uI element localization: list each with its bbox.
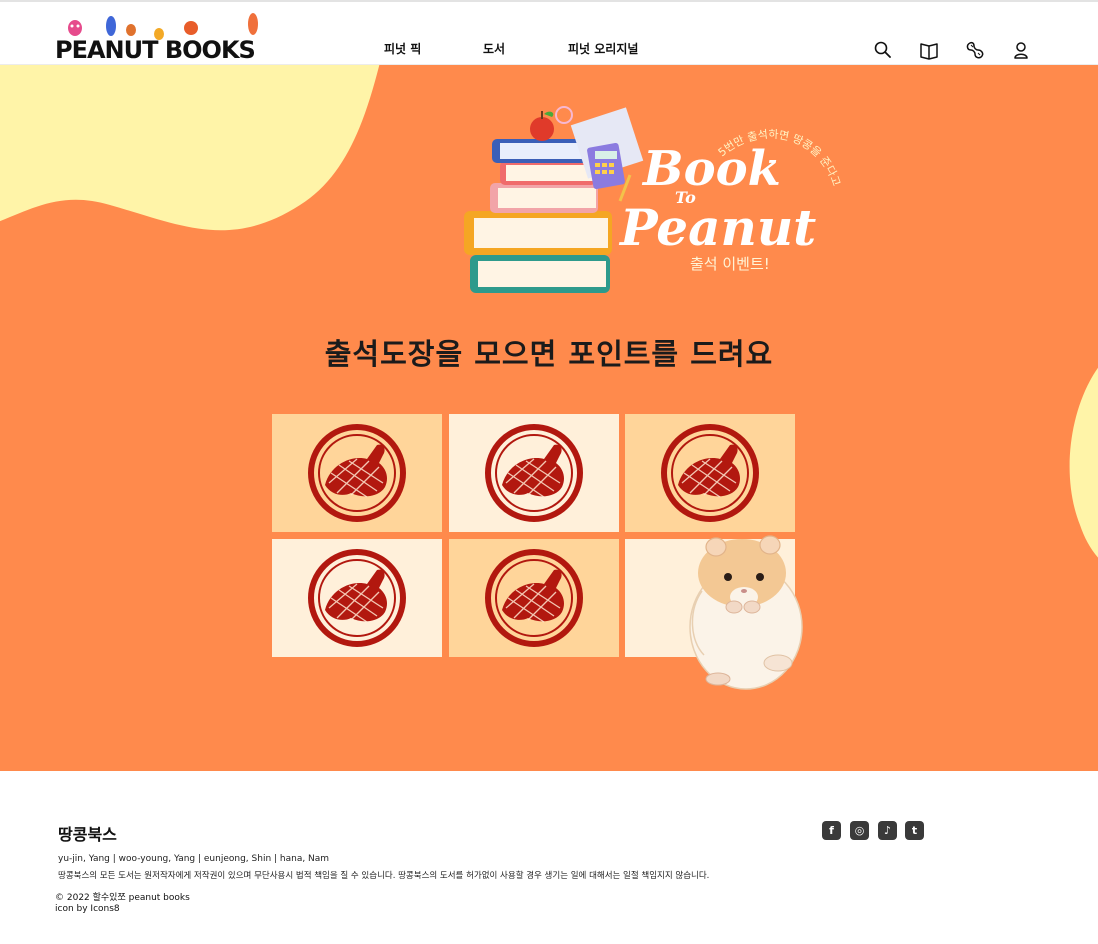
peanut-stamp-icon: [484, 423, 584, 523]
stamp-slot-2: [449, 414, 619, 532]
attendance-event-section: Book To Peanut 5번만 출석하면 땅콩을 준다고? 출석 이벤트!…: [0, 65, 1098, 771]
footer-icon-credit[interactable]: icon by Icons8: [55, 904, 120, 914]
nav-peanut-original[interactable]: 피넛 오리지널: [568, 40, 638, 57]
yellow-blob-right-decoration: [1069, 367, 1098, 558]
instagram-icon[interactable]: ◎: [850, 821, 869, 840]
book-icon[interactable]: [918, 39, 940, 61]
stamp-slot-1: [272, 414, 442, 532]
site-header: PEANUT BOOKS 피넛 픽 도서 피넛 오리지널: [0, 2, 1098, 65]
site-footer: 땅콩북스 f ◎ ♪ t yu-jin, Yang | woo-young, Y…: [0, 771, 1098, 944]
stamp-slot-4: [272, 539, 442, 657]
nav-peanut-pick[interactable]: 피넛 픽: [384, 40, 421, 57]
peanut-stamp-icon: [307, 423, 407, 523]
hamster-illustration: [689, 535, 803, 690]
yellow-blob-decoration: [0, 65, 380, 231]
user-icon[interactable]: [1010, 39, 1032, 61]
peanut-stamp-icon: [307, 548, 407, 648]
nav-books[interactable]: 도서: [483, 40, 505, 57]
stamp-slot-5: [449, 539, 619, 657]
banner-title-book: Book: [641, 141, 781, 197]
book-to-peanut-banner: Book To Peanut 5번만 출석하면 땅콩을 준다고? 출석 이벤트!: [460, 105, 843, 293]
attendance-headline: 출석도장을 모으면 포인트를 드려요: [324, 337, 774, 371]
facebook-icon[interactable]: f: [822, 821, 841, 840]
search-icon[interactable]: [872, 39, 894, 61]
footer-notice: 땅콩북스의 모든 도서는 원저작자에게 저작권이 있으며 무단사용시 법적 책임…: [58, 871, 710, 881]
book-stack-illustration: [464, 106, 644, 293]
header-icons: [872, 39, 1032, 61]
peanut-stamp-icon: [484, 548, 584, 648]
footer-title: 땅콩북스: [58, 825, 117, 844]
stamp-slot-3: [625, 414, 795, 532]
footer-credits: yu-jin, Yang | woo-young, Yang | eunjeon…: [58, 854, 330, 864]
tiktok-icon[interactable]: ♪: [878, 821, 897, 840]
banner-title-peanut: Peanut: [618, 198, 816, 257]
peanut-icon[interactable]: [964, 39, 986, 61]
banner-subtitle: 출석 이벤트!: [690, 255, 770, 273]
peanut-stamp-icon: [660, 423, 760, 523]
twitter-icon[interactable]: t: [905, 821, 924, 840]
footer-copyright: © 2022 할수있쪼 peanut books: [55, 893, 190, 903]
social-links: f ◎ ♪ t: [822, 821, 932, 841]
